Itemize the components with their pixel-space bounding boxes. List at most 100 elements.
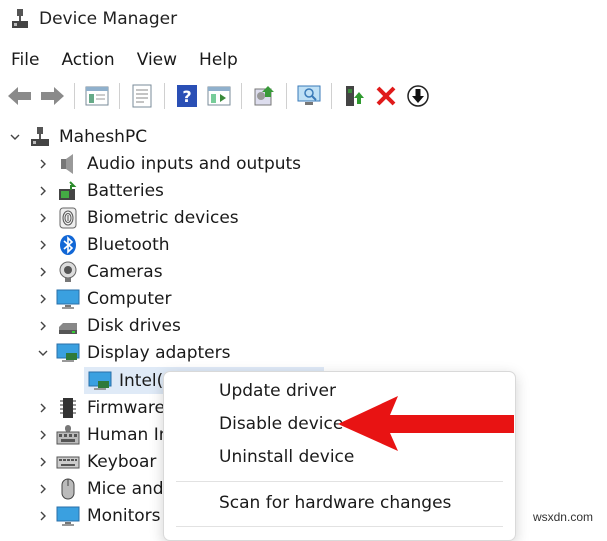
monitor-icon xyxy=(56,504,80,528)
tree-node-audio[interactable]: Audio inputs and outputs xyxy=(36,150,301,177)
tree-node-label: Intel( xyxy=(119,370,164,391)
tree-node-biometric[interactable]: Biometric devices xyxy=(36,204,239,231)
svg-text:?: ? xyxy=(182,87,191,106)
tree-node-label: Bluetooth xyxy=(87,234,170,255)
toolbar-divider xyxy=(286,83,287,109)
tree-node-display-adapters[interactable]: Display adapters xyxy=(36,339,230,366)
toolbar-divider xyxy=(74,83,75,109)
toolbar-divider xyxy=(119,83,120,109)
scan-icon xyxy=(132,84,152,108)
tree-node-monitors[interactable]: Monitors xyxy=(36,502,160,529)
chevron-right-icon[interactable] xyxy=(36,455,50,469)
chevron-right-icon[interactable] xyxy=(36,157,50,171)
tree-node-keyboards[interactable]: Keyboar xyxy=(36,448,156,475)
menu-item-disable-device[interactable]: Disable device xyxy=(219,414,343,434)
forward-icon xyxy=(41,87,64,105)
properties-button[interactable] xyxy=(81,80,113,112)
help-icon: ? xyxy=(177,85,197,107)
chip-icon xyxy=(56,396,80,420)
toolbar-divider xyxy=(331,83,332,109)
chevron-right-icon[interactable] xyxy=(36,319,50,333)
help-button[interactable]: ? xyxy=(171,80,203,112)
chevron-right-icon[interactable] xyxy=(36,211,50,225)
tree-node-computer[interactable]: Computer xyxy=(36,285,172,312)
tree-node-bluetooth[interactable]: Bluetooth xyxy=(36,231,170,258)
device-manager-icon xyxy=(12,9,28,28)
menu-item-scan-hardware[interactable]: Scan for hardware changes xyxy=(219,493,451,513)
menu-action[interactable]: Action xyxy=(50,50,125,70)
monitor-icon xyxy=(56,287,80,311)
enable-device-button[interactable] xyxy=(338,80,370,112)
mouse-icon xyxy=(56,477,80,501)
tree-node-label: Audio inputs and outputs xyxy=(87,153,302,174)
computer-network-icon xyxy=(28,125,52,149)
battery-icon xyxy=(56,179,80,203)
fingerprint-icon xyxy=(56,206,80,230)
tree-node-mice[interactable]: Mice and xyxy=(36,475,164,502)
chevron-right-icon[interactable] xyxy=(36,428,50,442)
uninstall-button[interactable] xyxy=(402,80,434,112)
tree-node-batteries[interactable]: Batteries xyxy=(36,177,164,204)
chevron-right-icon[interactable] xyxy=(36,184,50,198)
chevron-right-icon[interactable] xyxy=(36,265,50,279)
update-driver-button[interactable] xyxy=(248,80,280,112)
show-hide-button[interactable] xyxy=(203,80,235,112)
toolbar-divider xyxy=(241,83,242,109)
display-adapter-icon xyxy=(56,341,80,365)
tree-node-label: Batteries xyxy=(87,180,164,201)
window-title: Device Manager xyxy=(39,9,178,29)
menu-help[interactable]: Help xyxy=(188,50,249,70)
menu-file[interactable]: File xyxy=(0,50,50,70)
tree-root[interactable]: MaheshPC xyxy=(8,123,147,150)
webcam-icon xyxy=(56,260,80,284)
chevron-down-icon[interactable] xyxy=(8,130,22,144)
monitor-scan-button[interactable] xyxy=(293,80,325,112)
back-button[interactable] xyxy=(4,80,36,112)
disable-button[interactable] xyxy=(370,80,402,112)
monitor-scan-icon xyxy=(297,85,321,105)
show-hide-icon xyxy=(207,86,231,106)
tree-node-label: Keyboar xyxy=(87,451,157,472)
hid-keyboard-icon xyxy=(56,423,80,447)
back-icon xyxy=(8,87,31,105)
forward-button[interactable] xyxy=(36,80,68,112)
properties-icon xyxy=(85,86,109,106)
menu-item-uninstall-device[interactable]: Uninstall device xyxy=(219,447,354,467)
bluetooth-icon xyxy=(56,233,80,257)
menu-separator xyxy=(176,481,503,482)
download-icon xyxy=(407,85,429,107)
menu-view[interactable]: View xyxy=(126,50,188,70)
tree-node-label: Human In xyxy=(87,424,170,445)
chevron-right-icon[interactable] xyxy=(36,482,50,496)
title-bar: Device Manager xyxy=(0,0,607,38)
tree-node-label: Firmware xyxy=(87,397,165,418)
chevron-right-icon[interactable] xyxy=(36,292,50,306)
chevron-down-icon[interactable] xyxy=(36,346,50,360)
display-adapter-icon xyxy=(88,369,112,393)
toolbar: ? xyxy=(0,77,607,115)
tree-node-label: Biometric devices xyxy=(87,207,239,228)
scan-button[interactable] xyxy=(126,80,158,112)
chevron-right-icon[interactable] xyxy=(36,401,50,415)
update-driver-icon xyxy=(254,86,274,106)
tree-node-human-interface[interactable]: Human In xyxy=(36,421,170,448)
watermark: wsxdn.com xyxy=(532,510,593,524)
tree-node-disk-drives[interactable]: Disk drives xyxy=(36,312,181,339)
menu-item-update-driver[interactable]: Update driver xyxy=(219,381,336,401)
toolbar-divider xyxy=(164,83,165,109)
menu-separator xyxy=(176,526,503,527)
tree-node-firmware[interactable]: Firmware xyxy=(36,394,165,421)
tree-node-label: Disk drives xyxy=(87,315,181,336)
tree-node-label: Monitors xyxy=(87,505,161,526)
chevron-right-icon[interactable] xyxy=(36,509,50,523)
tree-node-label: Mice and xyxy=(87,478,164,499)
chevron-right-icon[interactable] xyxy=(36,238,50,252)
enable-device-icon xyxy=(346,86,364,106)
tree-node-cameras[interactable]: Cameras xyxy=(36,258,163,285)
annotation-arrow-icon xyxy=(338,396,514,451)
menu-bar: File Action View Help xyxy=(0,46,607,74)
disk-drive-icon xyxy=(56,314,80,338)
tree-root-label: MaheshPC xyxy=(59,126,148,147)
speaker-icon xyxy=(56,152,80,176)
tree-node-label: Cameras xyxy=(87,261,163,282)
